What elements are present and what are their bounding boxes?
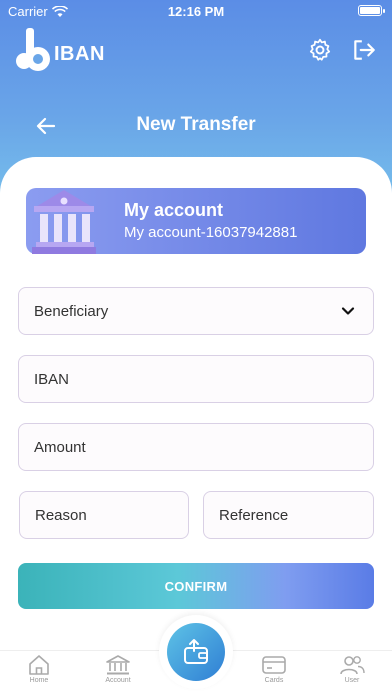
tab-user[interactable]: User <box>327 654 377 684</box>
gear-icon[interactable] <box>307 37 333 63</box>
transfer-fab-button[interactable] <box>167 623 225 681</box>
page-title: New Transfer <box>136 114 256 135</box>
wallet-upload-icon <box>184 639 208 664</box>
tab-user-label: User <box>344 677 360 684</box>
card-icon <box>262 656 286 674</box>
bank-icon <box>32 190 96 254</box>
tab-home-label: Home <box>29 677 49 684</box>
tab-cards-label: Cards <box>264 677 284 684</box>
reference-placeholder: Reference <box>219 506 289 524</box>
tab-cards[interactable]: Cards <box>249 654 299 684</box>
app-logo: IBAN <box>16 28 105 74</box>
confirm-button[interactable]: CONFIRM <box>18 563 374 609</box>
logo-text: IBAN <box>54 42 105 65</box>
account-number: My account-16037942881 <box>124 224 298 241</box>
bank-outline-icon <box>106 655 130 675</box>
amount-placeholder: Amount <box>34 438 86 456</box>
account-name: My account <box>124 200 224 220</box>
reason-placeholder: Reason <box>35 506 87 524</box>
iban-placeholder: IBAN <box>34 370 70 388</box>
iban-field[interactable]: IBAN <box>18 355 374 403</box>
beneficiary-select[interactable]: Beneficiary <box>18 287 374 335</box>
tab-home[interactable]: Home <box>14 654 64 684</box>
users-icon <box>340 656 365 675</box>
battery-icon <box>358 5 385 16</box>
tab-account[interactable]: Account <box>93 654 143 684</box>
clock: 12:16 PM <box>167 4 225 19</box>
beneficiary-label: Beneficiary <box>34 302 109 320</box>
status-bar: Carrier 12:16 PM <box>0 0 392 22</box>
chevron-down-icon <box>341 307 355 315</box>
tab-account-label: Account <box>105 677 131 684</box>
reference-field[interactable]: Reference <box>203 491 374 539</box>
home-icon <box>29 655 49 675</box>
logout-icon[interactable] <box>351 37 377 63</box>
logo-mark-icon <box>16 28 50 71</box>
amount-field[interactable]: Amount <box>18 423 374 471</box>
reason-field[interactable]: Reason <box>19 491 189 539</box>
